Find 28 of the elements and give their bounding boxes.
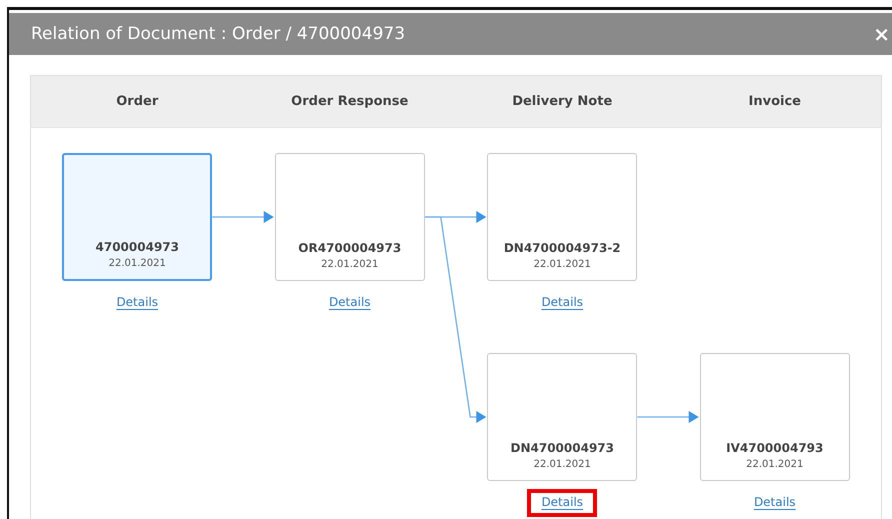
connector-arrow <box>637 411 699 423</box>
document-number: DN4700004973 <box>510 441 614 455</box>
document-number: DN4700004973-2 <box>504 241 621 255</box>
document-date: 22.01.2021 <box>746 459 804 470</box>
document-date: 22.01.2021 <box>534 259 591 270</box>
document-card[interactable]: IV4700004793 22.01.2021 <box>700 353 850 481</box>
column-heading: Order Response <box>290 94 410 109</box>
document-number: OR4700004973 <box>298 241 402 255</box>
document-number: IV4700004793 <box>726 441 824 455</box>
column-heading: Invoice <box>748 94 802 109</box>
document-number: 4700004973 <box>96 240 179 254</box>
document-card[interactable]: DN4700004973-2 22.01.2021 <box>487 153 638 281</box>
details-link[interactable]: Details <box>748 489 801 517</box>
close-button[interactable]: × <box>871 24 892 44</box>
document-card[interactable]: 4700004973 22.01.2021 <box>62 153 212 281</box>
document-card[interactable]: DN4700004973 22.01.2021 <box>487 353 638 481</box>
document-date: 22.01.2021 <box>108 258 166 269</box>
details-link[interactable]: Details <box>527 489 598 517</box>
column-heading: Order <box>115 94 160 109</box>
dialog-title: Relation of Document : Order / 4700004973 <box>31 24 406 44</box>
document-card[interactable]: OR4700004973 22.01.2021 <box>274 153 425 281</box>
document-date: 22.01.2021 <box>321 259 378 270</box>
details-link[interactable]: Details <box>536 289 588 317</box>
details-link[interactable]: Details <box>111 289 164 317</box>
details-link[interactable]: Details <box>324 289 376 317</box>
column-heading: Delivery Note <box>511 94 614 109</box>
connector-arrow <box>212 211 274 223</box>
document-date: 22.01.2021 <box>534 459 591 470</box>
